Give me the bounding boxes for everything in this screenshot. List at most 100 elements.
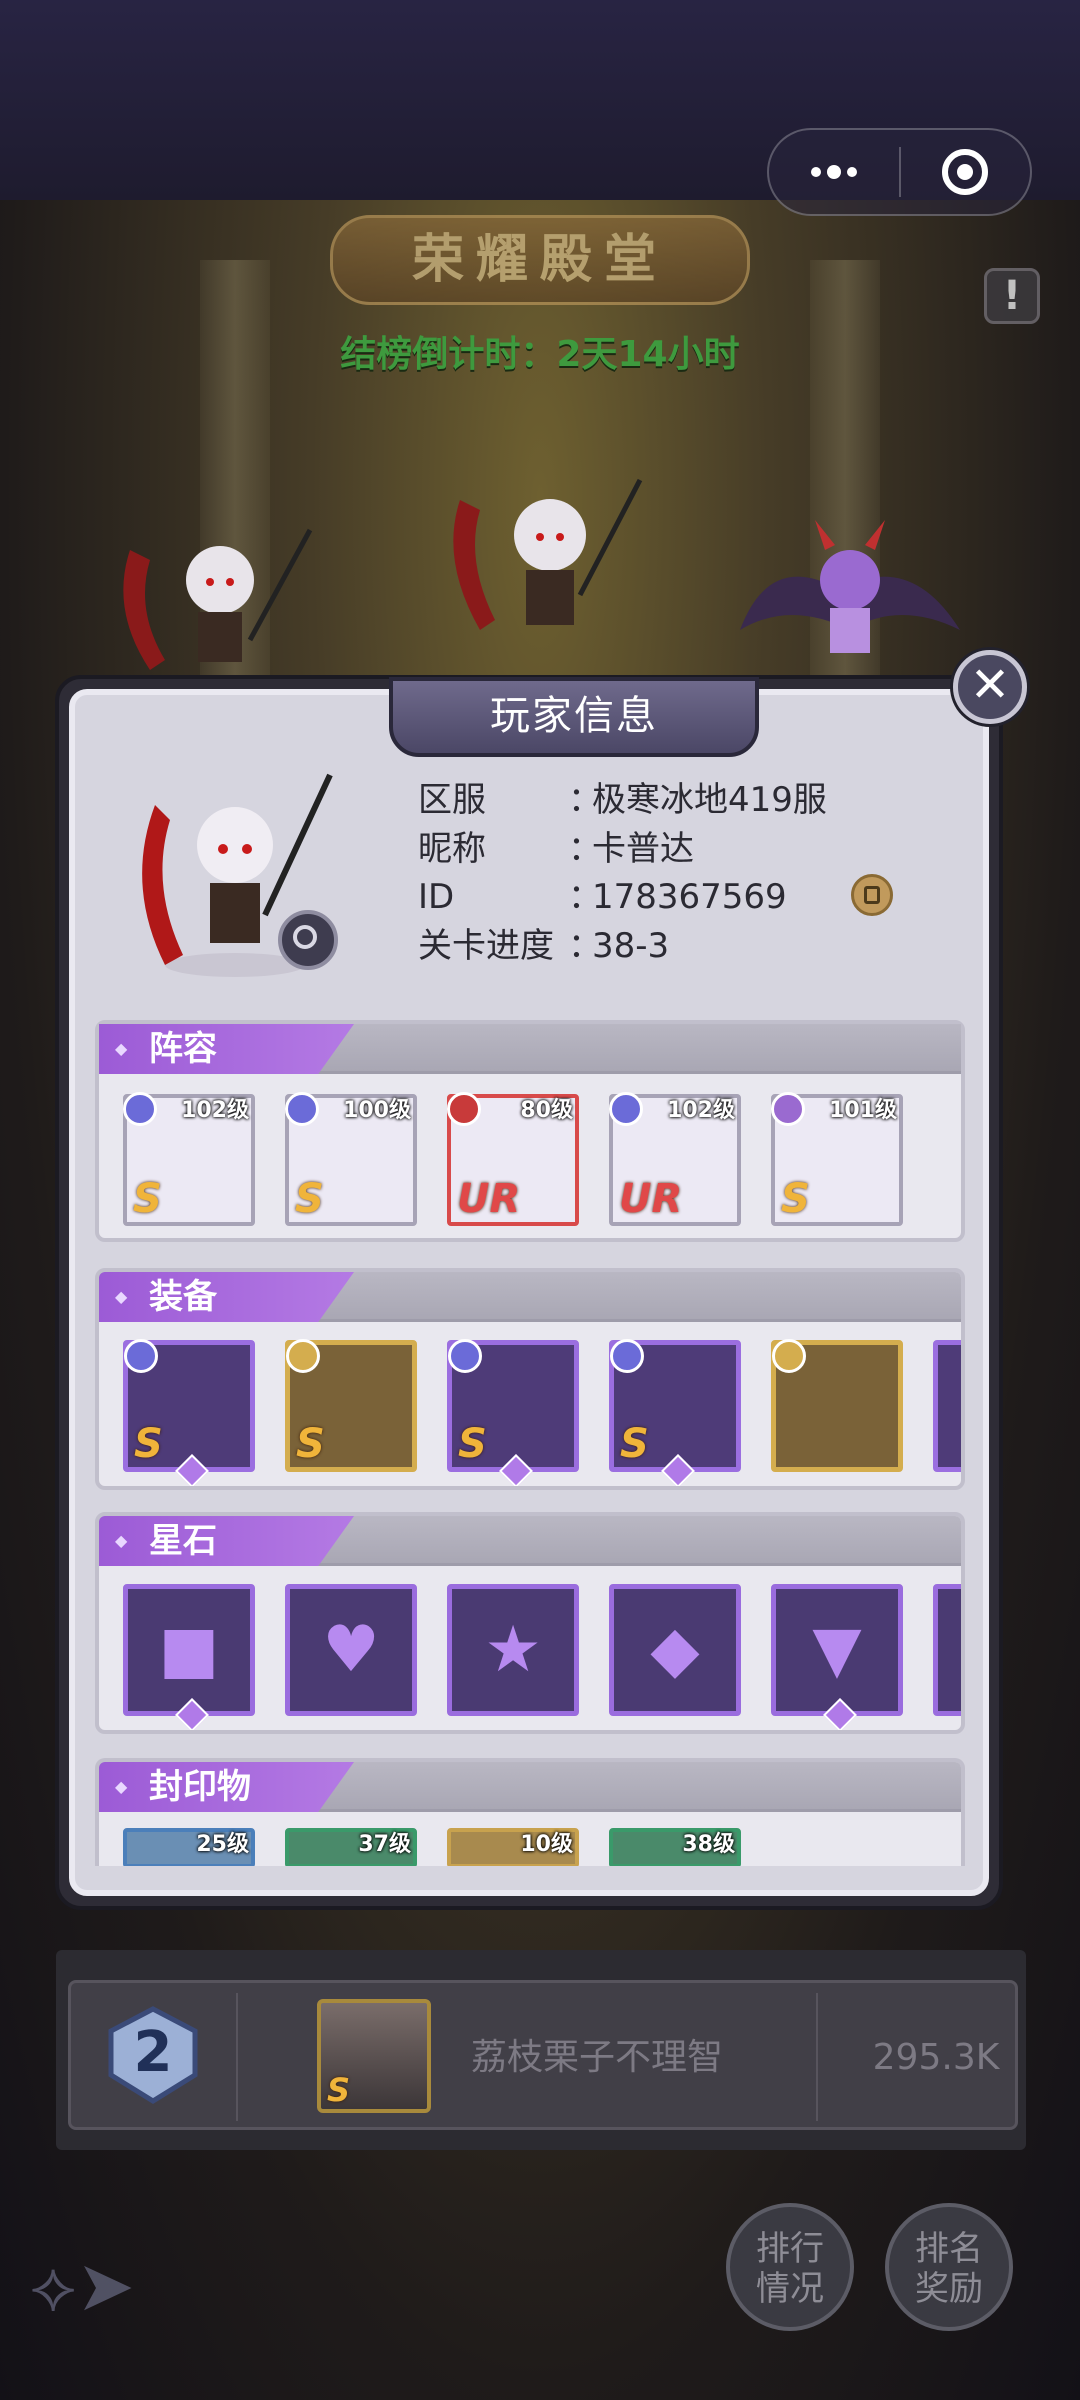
nickname-label: 昵称 (418, 829, 486, 869)
divider (236, 1993, 238, 2121)
equipment-bracelet-card[interactable] (771, 1339, 903, 1472)
rank3-hero-sprite[interactable] (110, 520, 320, 680)
lineup-hero-card[interactable]: 100级 S (285, 1092, 417, 1226)
lineup-hero-card[interactable]: 102级 S (123, 1092, 255, 1226)
ranking-status-button[interactable]: 排行 情况 (726, 2203, 854, 2331)
grade-label: S (134, 1421, 163, 1467)
section-title: 阵容 (99, 1024, 354, 1074)
element-icon (447, 1092, 481, 1126)
equipment-card-partial[interactable] (933, 1340, 961, 1472)
id-info: ID ：178367569 (418, 873, 787, 921)
square-gem-icon: ■ (158, 1613, 220, 1687)
star-stone-square[interactable]: ■ (123, 1584, 255, 1730)
more-dots-icon[interactable] (769, 130, 899, 214)
seal-section: 封印物 25级 37级 10级 38级 (95, 1758, 965, 1866)
star-stone-heart[interactable]: ♥ (285, 1584, 417, 1716)
slot-icon (286, 1339, 320, 1373)
server-info: 区服 ：极寒冰地419服 (418, 776, 827, 824)
hero-level: 101级 (829, 1098, 897, 1123)
equipment-book-card[interactable]: S (285, 1339, 417, 1472)
id-value: 178367569 (592, 877, 787, 917)
lineup-section: 阵容 102级 S 100级 S 80级 UR 102级 UR 101级 S (95, 1020, 965, 1242)
section-title: 星石 (99, 1516, 354, 1566)
equipment-staff-card[interactable]: S (123, 1339, 255, 1486)
lineup-hero-card[interactable]: 101级 S (771, 1092, 903, 1226)
dialog-title: 玩家信息 (389, 677, 759, 757)
grade-label: S (781, 1176, 810, 1222)
star-stone-section: 星石 ■ ♥ ★ ◆ ▼ (95, 1512, 965, 1734)
star-stone-partial[interactable] (933, 1584, 961, 1716)
colon: ： (568, 780, 602, 820)
star-stone-crystal[interactable]: ◆ (609, 1584, 741, 1716)
quality-diamond (499, 1454, 533, 1486)
seal-item[interactable]: 25级 (123, 1828, 255, 1866)
close-dialog-button[interactable]: ✕ (953, 650, 1027, 724)
copy-id-icon[interactable] (851, 874, 893, 916)
game-logo-icon: ⟡➤ (30, 2245, 135, 2327)
slot-icon (772, 1339, 806, 1373)
star-stone-star[interactable]: ★ (447, 1584, 579, 1716)
star-gem-icon: ★ (484, 1613, 542, 1687)
quality-diamond (175, 1698, 209, 1730)
quality-diamond (175, 1454, 209, 1486)
nickname-info: 昵称 ：卡普达 (418, 825, 694, 873)
rank-row[interactable]: 2 S 荔枝栗子不理智 295.3K (68, 1980, 1018, 2130)
close-program-button[interactable] (901, 130, 1031, 214)
quality-diamond (823, 1698, 857, 1730)
drop-gem-icon: ▼ (812, 1613, 862, 1687)
magnifier-icon[interactable] (278, 910, 338, 970)
hall-title: 荣耀殿堂 (330, 215, 750, 305)
grade-label: S (295, 1176, 324, 1222)
rank-badge: 2 (103, 2005, 203, 2105)
element-icon (609, 1092, 643, 1126)
stage-value: 38-3 (592, 926, 670, 966)
slot-icon (610, 1339, 644, 1373)
mini-program-capsule (767, 128, 1032, 216)
rank-avatar[interactable]: S (317, 1999, 431, 2113)
countdown-text: 结榜倒计时：2天14小时 (340, 334, 740, 375)
seal-level: 37级 (358, 1832, 411, 1857)
grade-label: S (458, 1421, 487, 1467)
seal-item[interactable]: 38级 (609, 1828, 741, 1866)
slot-icon (124, 1339, 158, 1373)
server-value: 极寒冰地419服 (592, 780, 827, 820)
colon: ： (568, 877, 602, 917)
server-label: 区服 (418, 780, 486, 820)
lineup-hero-card[interactable]: 80级 UR (447, 1092, 579, 1226)
section-header: 阵容 (99, 1024, 961, 1074)
grade-label: S (296, 1421, 325, 1467)
quality-diamond (661, 1454, 695, 1486)
seal-item[interactable]: 10级 (447, 1828, 579, 1866)
seal-item[interactable]: 37级 (285, 1828, 417, 1866)
hero-level: 80级 (520, 1098, 573, 1123)
element-icon (771, 1092, 805, 1126)
star-stone-drop[interactable]: ▼ (771, 1584, 903, 1730)
hero-level: 102级 (181, 1098, 249, 1123)
equipment-cape-card[interactable]: S (609, 1339, 741, 1486)
target-icon (942, 149, 989, 195)
rank-reward-button[interactable]: 排名 奖励 (885, 2203, 1013, 2331)
hero-level: 102级 (667, 1098, 735, 1123)
nickname-value: 卡普达 (592, 829, 694, 869)
colon: ： (568, 829, 602, 869)
rank2-hero-sprite[interactable] (730, 510, 970, 680)
seal-level: 25级 (196, 1832, 249, 1857)
stage-info: 关卡进度 ：38-3 (418, 922, 669, 970)
crystal-gem-icon: ◆ (650, 1613, 700, 1687)
equipment-section: 装备 S S S S (95, 1268, 965, 1490)
colon: ： (568, 926, 602, 966)
grade-label: UR (457, 1176, 521, 1222)
rank-score: 295.3K (872, 2037, 1000, 2078)
id-label: ID (418, 877, 455, 917)
hero-level: 100级 (343, 1098, 411, 1123)
equipment-crown-card[interactable]: S (447, 1339, 579, 1486)
rank-player-name: 荔枝栗子不理智 (471, 2037, 724, 2078)
element-icon (123, 1092, 157, 1126)
element-icon (285, 1092, 319, 1126)
section-header: 星石 (99, 1516, 961, 1566)
grade-label: S (620, 1421, 649, 1467)
rank1-hero-sprite[interactable] (440, 470, 650, 640)
rules-info-button[interactable]: ! (984, 268, 1040, 324)
lineup-hero-card[interactable]: 102级 UR (609, 1092, 741, 1226)
grade-label: S (327, 2071, 351, 2109)
